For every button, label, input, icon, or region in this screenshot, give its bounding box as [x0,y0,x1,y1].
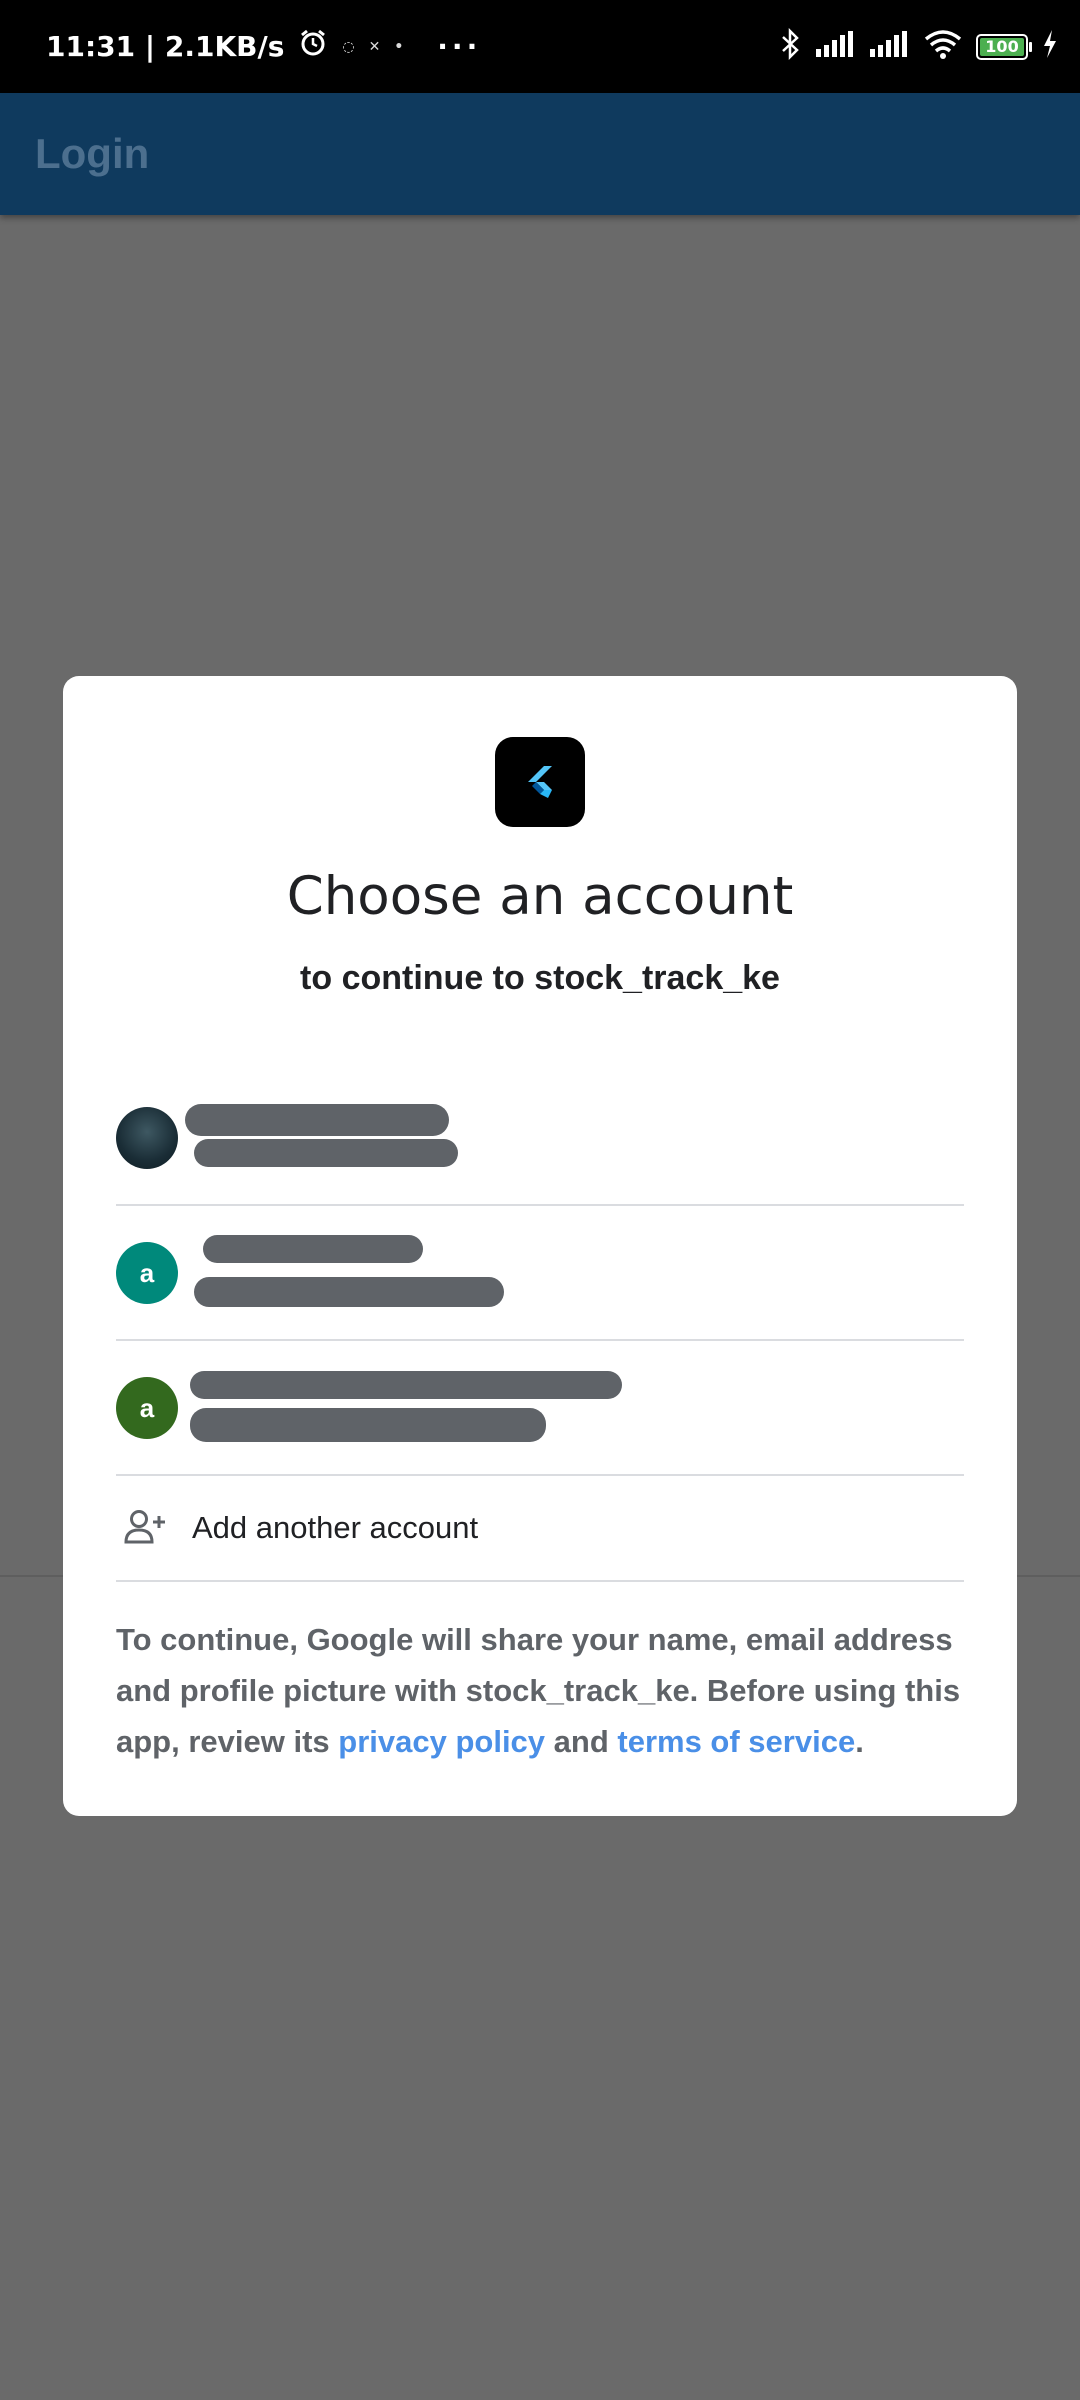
app-bar: Login [0,93,1080,215]
dialog-title: Choose an account [286,866,794,927]
dialog-subtitle: to continue to stock_track_ke [300,959,780,997]
add-person-icon [124,1508,166,1548]
add-another-account-button[interactable]: Add another account [116,1476,964,1582]
alarm-icon [298,28,328,65]
disclaimer-text-middle: and [545,1724,618,1759]
notification-icon: ✕ [368,38,381,55]
terms-of-service-link[interactable]: terms of service [617,1724,855,1759]
status-time-speed: 11:31 | 2.1KB/s [46,30,285,63]
wifi-icon [924,29,962,64]
charging-icon [1042,30,1058,63]
battery-icon: 100 [976,33,1032,60]
redacted-account-name [190,1371,622,1399]
notification-icon: ◌ [342,38,355,55]
notification-icon: • [394,38,404,55]
battery-level: 100 [985,37,1019,56]
account-chooser-dialog: Choose an account to continue to stock_t… [63,676,1017,1816]
more-notifications-icon: ··· [437,30,482,63]
redacted-account-email [190,1408,546,1442]
redacted-account-email [194,1139,458,1167]
status-left: 11:31 | 2.1KB/s ◌ ✕ • ··· [46,0,481,93]
add-account-label: Add another account [192,1510,479,1545]
signal-icon [816,31,856,62]
avatar [116,1107,178,1169]
avatar-letter: a [139,1392,155,1423]
disclaimer-text: To continue, Google will share your name… [116,1614,966,1767]
avatar: a [116,1377,178,1439]
signal-icon [870,31,910,62]
avatar: a [116,1242,178,1304]
account-list: a a Add another account [116,1071,964,1582]
bluetooth-icon [780,27,802,65]
avatar-letter: a [139,1257,155,1288]
redacted-account-email [194,1277,504,1307]
disclaimer-text-end: . [855,1724,864,1759]
privacy-policy-link[interactable]: privacy policy [338,1724,545,1759]
flutter-logo-icon [495,737,585,827]
redacted-account-name [185,1104,449,1136]
app-bar-title: Login [35,130,150,177]
status-right: 100 [780,0,1058,93]
account-item-2[interactable]: a [116,1206,964,1341]
redacted-account-name [203,1235,423,1263]
account-item-1[interactable] [116,1071,964,1206]
status-bar: 11:31 | 2.1KB/s ◌ ✕ • ··· 100 [0,0,1080,93]
account-item-3[interactable]: a [116,1341,964,1476]
